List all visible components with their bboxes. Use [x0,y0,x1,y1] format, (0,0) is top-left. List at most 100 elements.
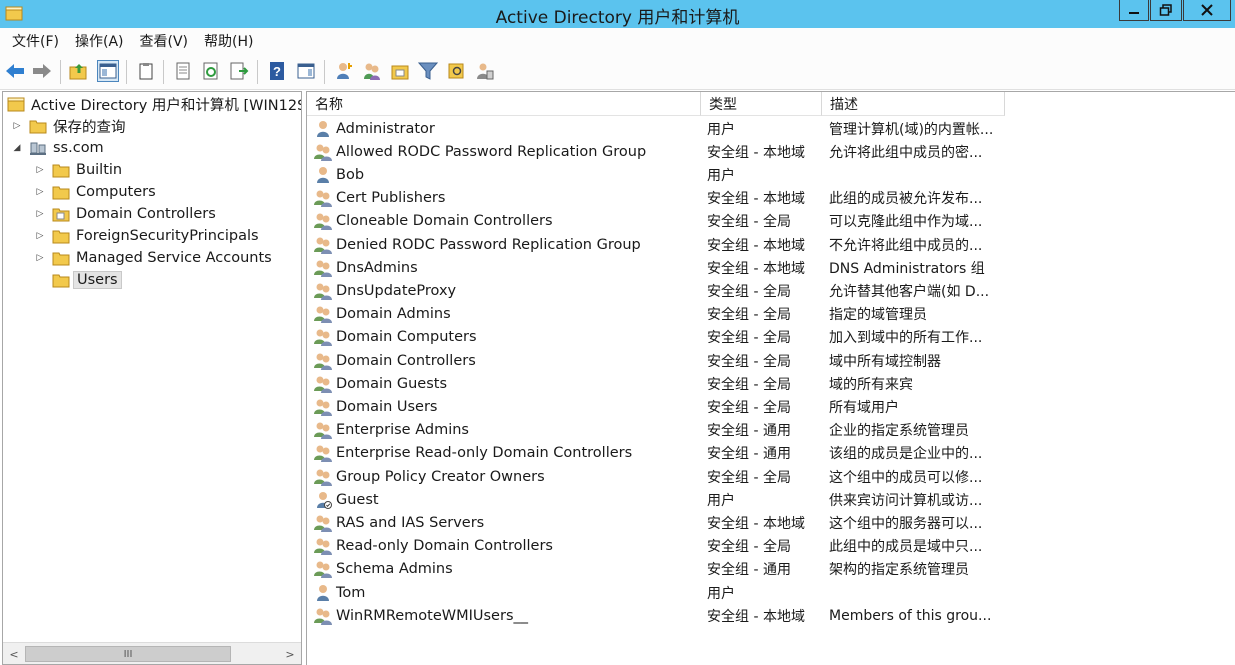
expand-arrow-icon[interactable]: ▷ [34,186,46,198]
copy-icon [139,63,153,80]
tree-item-computers[interactable]: ▷ Computers [34,181,156,203]
column-header-name[interactable]: 名称 [307,92,701,116]
group-icon [314,213,332,231]
new-ou-button[interactable] [389,60,411,82]
new-group-button[interactable] [361,60,383,82]
tree-item-root[interactable]: Active Directory 用户和计算机 [WIN12S [7,93,302,115]
tree-item-users[interactable]: Users [52,269,122,291]
item-type: 安全组 - 全局 [707,399,791,416]
column-header-description[interactable]: 描述 [822,92,1005,116]
menu-view[interactable]: 查看(V) [132,31,197,51]
scrollbar-thumb[interactable]: III [25,646,231,662]
minimize-button[interactable] [1119,0,1149,21]
list-item[interactable]: DnsAdmins 安全组 - 本地域 DNS Administrators 组 [307,256,1235,279]
menu-action[interactable]: 操作(A) [67,31,132,51]
show-console-tree-icon [99,63,117,79]
menu-file[interactable]: 文件(F) [4,31,67,51]
item-name-cell: Domain Guests [313,372,703,395]
list-item[interactable]: Read-only Domain Controllers 安全组 - 全局 此组中的… [307,535,1235,558]
item-description: Members of this grou... [829,607,992,624]
tree-item-domain[interactable]: ◢ ss.com [11,137,104,159]
folder-icon [52,252,70,266]
back-button[interactable] [4,60,26,82]
title-bar[interactable]: Active Directory 用户和计算机 [0,0,1235,28]
tree-item-saved-queries[interactable]: ▷ 保存的查询 [11,115,126,137]
help-button[interactable]: ? [266,60,288,82]
tree-saved-queries-label: 保存的查询 [53,119,126,136]
list-item[interactable]: Tom 用户 [307,581,1235,604]
list-item[interactable]: Schema Admins 安全组 - 通用 架构的指定系统管理员 [307,558,1235,581]
restore-button[interactable] [1150,0,1182,21]
show-action-pane-button[interactable] [295,60,317,82]
close-button[interactable] [1183,0,1231,21]
list-item[interactable]: Group Policy Creator Owners 安全组 - 全局 这个组中的… [307,465,1235,488]
list-item[interactable]: RAS and IAS Servers 安全组 - 本地域 这个组中的服务器可以..… [307,511,1235,534]
tree-item-managed-service-accounts[interactable]: ▷ Managed Service Accounts [34,247,272,269]
item-name-cell: Domain Computers [313,326,703,349]
list-item[interactable]: Guest 用户 供来宾访问计算机或访... [307,488,1235,511]
item-name: Domain Controllers [336,352,476,369]
scroll-left-icon[interactable]: < [5,645,23,663]
item-description: 架构的指定系统管理员 [829,562,969,579]
item-description: 允许将此组中成员的密... [829,144,983,161]
refresh-icon [203,62,218,80]
item-description: DNS Administrators 组 [829,260,985,277]
find-icon [448,63,464,79]
item-name-cell: DnsAdmins [313,256,703,279]
item-description: 指定的域管理员 [829,307,927,324]
expand-arrow-icon[interactable]: ▷ [34,252,46,264]
column-header-type[interactable]: 类型 [701,92,822,116]
export-list-button[interactable] [228,60,250,82]
list-item[interactable]: Enterprise Read-only Domain Controllers 安… [307,442,1235,465]
properties-button[interactable] [172,60,194,82]
list-item[interactable]: Bob 用户 [307,163,1235,186]
item-name: DnsUpdateProxy [336,282,457,299]
delegate-icon [477,63,494,80]
expand-arrow-icon[interactable]: ▷ [34,208,46,220]
group-icon [314,376,332,393]
tree-item-builtin[interactable]: ▷ Builtin [34,159,123,181]
find-button[interactable] [446,60,468,82]
new-user-button[interactable] [333,60,355,82]
item-type: 安全组 - 本地域 [707,237,805,254]
tree-item-foreign-security-principals[interactable]: ▷ ForeignSecurityPrincipals [34,225,259,247]
expand-arrow-icon[interactable]: ▷ [34,230,46,242]
group-icon [314,445,332,463]
item-name: Read-only Domain Controllers [336,538,553,555]
list-item[interactable]: Domain Guests 安全组 - 全局 域的所有来宾 [307,372,1235,395]
tree-root-label: Active Directory 用户和计算机 [WIN12S [31,97,302,114]
aduc-window: Active Directory 用户和计算机 文件(F) 操作(A) 查看(V… [0,0,1235,665]
refresh-button[interactable] [200,60,222,82]
copy-button[interactable] [135,60,157,82]
list-item[interactable]: Cloneable Domain Controllers 安全组 - 全局 可以克隆… [307,210,1235,233]
list-item[interactable]: WinRMRemoteWMIUsers__ 安全组 - 本地域 Members of… [307,604,1235,627]
list-item[interactable]: Domain Controllers 安全组 - 全局 域中所有域控制器 [307,349,1235,372]
expand-arrow-icon[interactable]: ▷ [11,120,23,132]
list-item[interactable]: Domain Computers 安全组 - 全局 加入到域中的所有工作... [307,326,1235,349]
forward-button[interactable] [31,60,53,82]
list-item[interactable]: Allowed RODC Password Replication Group 安… [307,140,1235,163]
list-item[interactable]: Denied RODC Password Replication Group 安全… [307,233,1235,256]
toolbar-separator [60,60,61,84]
tree-horizontal-scrollbar[interactable]: < III > [3,642,301,664]
user-icon [317,166,329,183]
list-item[interactable]: DnsUpdateProxy 安全组 - 全局 允许替其他客户端(如 D... [307,279,1235,302]
list-item[interactable]: Domain Admins 安全组 - 全局 指定的域管理员 [307,303,1235,326]
expand-arrow-icon[interactable]: ▷ [34,164,46,176]
filter-button[interactable] [417,60,439,82]
scroll-right-icon[interactable]: > [281,645,299,663]
delegate-control-button[interactable] [474,60,496,82]
menu-help[interactable]: 帮助(H) [196,31,261,51]
item-name: Enterprise Admins [336,422,469,439]
list-item[interactable]: Administrator 用户 管理计算机(域)的内置帐... [307,117,1235,140]
show-hide-console-tree-button[interactable] [97,60,119,82]
collapse-arrow-icon[interactable]: ◢ [11,142,23,154]
up-one-level-button[interactable] [68,60,90,82]
item-name: DnsAdmins [336,259,418,276]
tree-domain-controllers-label: Domain Controllers [76,206,216,222]
tree-item-domain-controllers[interactable]: ▷ Domain Controllers [34,203,216,225]
list-item[interactable]: Domain Users 安全组 - 全局 所有域用户 [307,395,1235,418]
list-item[interactable]: Cert Publishers 安全组 - 本地域 此组的成员被允许发布... [307,187,1235,210]
group-icon [314,515,332,532]
list-item[interactable]: Enterprise Admins 安全组 - 通用 企业的指定系统管理员 [307,419,1235,442]
